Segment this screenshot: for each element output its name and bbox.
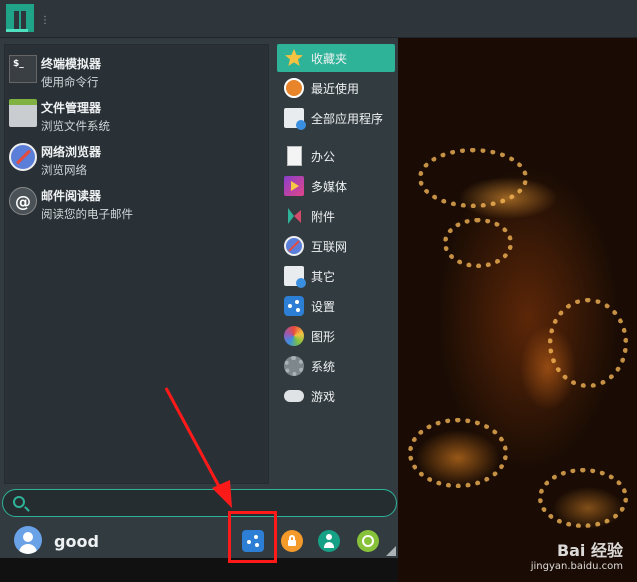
annotation-arrow	[164, 387, 232, 508]
